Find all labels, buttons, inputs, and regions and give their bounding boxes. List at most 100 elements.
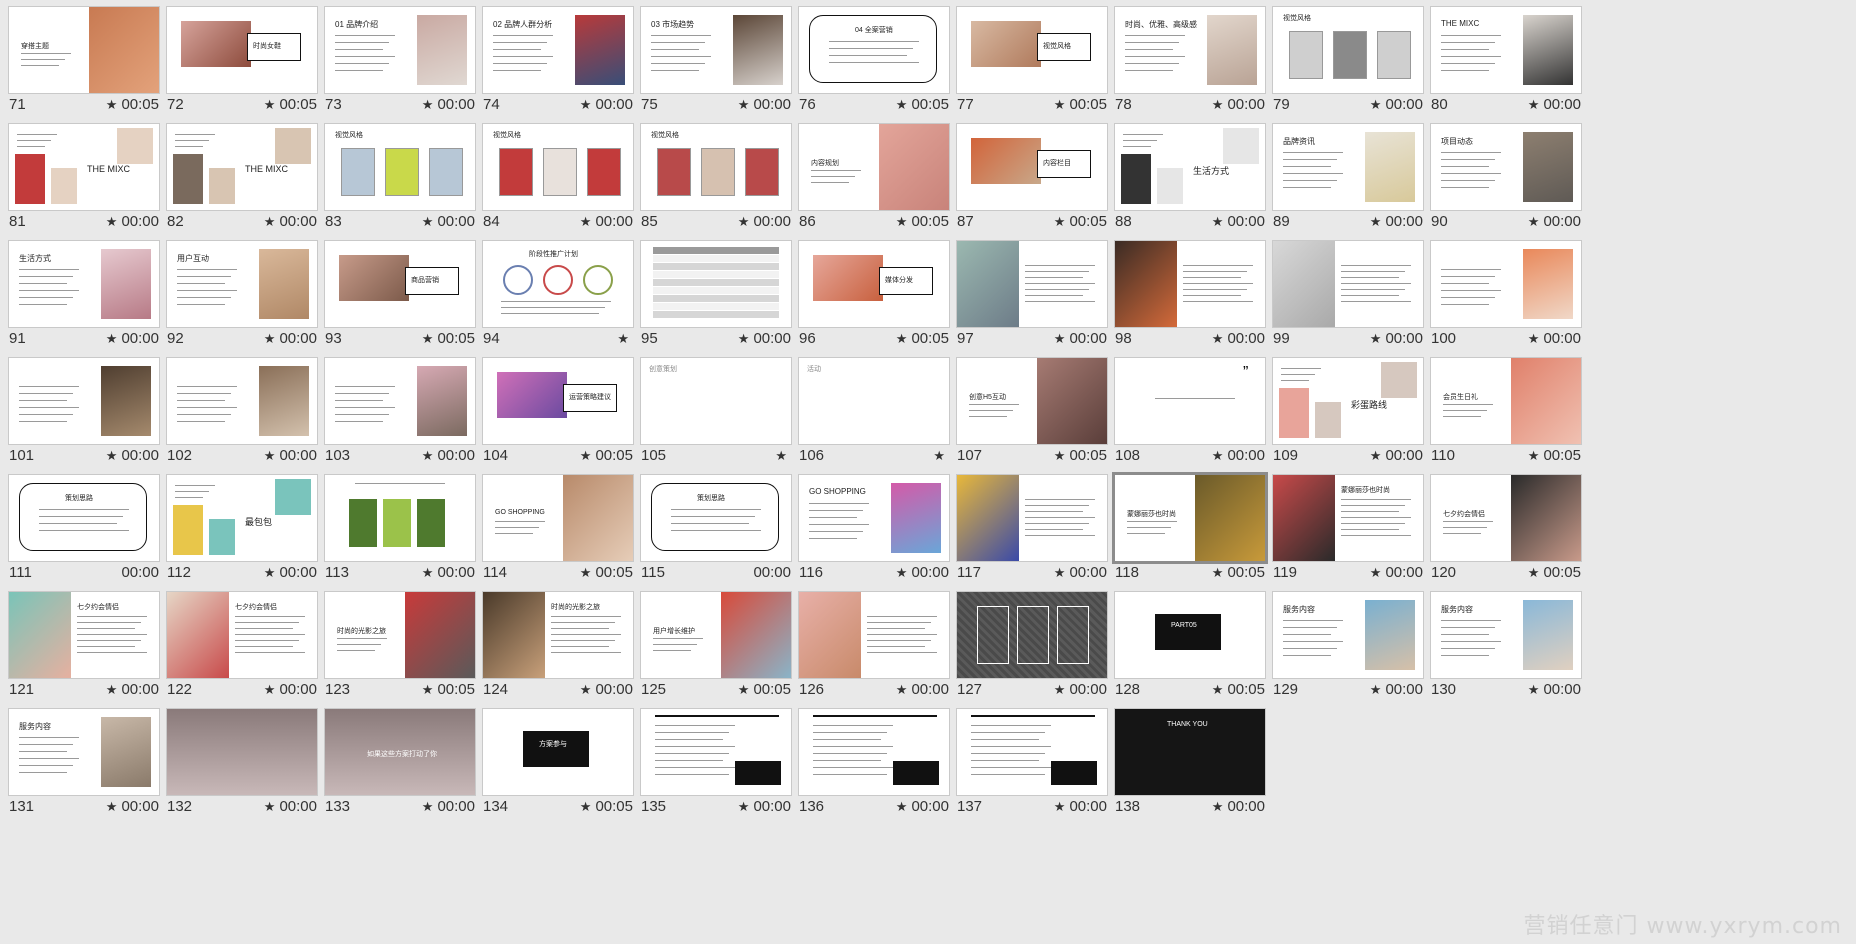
slide-thumbnail[interactable]: 127 ★ 00:00 — [948, 585, 1108, 717]
slide-preview[interactable]: 项目动态 — [1430, 123, 1582, 211]
slide-preview[interactable] — [956, 474, 1108, 562]
slide-thumbnail[interactable]: 用户增长维护 125 ★ 00:05 — [632, 585, 792, 717]
slide-thumbnail[interactable]: 时尚女鞋 72 ★ 00:05 — [158, 0, 318, 132]
slide-thumbnail[interactable]: 01 品牌介绍 73 ★ 00:00 — [316, 0, 476, 132]
slide-preview[interactable]: PART05 — [1114, 591, 1266, 679]
slide-preview[interactable]: 02 品牌人群分析 — [482, 6, 634, 94]
slide-preview[interactable]: 商品营销 — [324, 240, 476, 328]
slide-preview[interactable]: 阶段性推广计划 — [482, 240, 634, 328]
slide-preview[interactable]: 会员生日礼 — [1430, 357, 1582, 445]
slide-thumbnail[interactable]: 项目动态 90 ★ 00:00 — [1422, 117, 1582, 249]
slide-preview[interactable]: 彩蛋路线 — [1272, 357, 1424, 445]
slide-thumbnail[interactable]: 103 ★ 00:00 — [316, 351, 476, 483]
slide-preview[interactable]: 七夕约会情侣 — [166, 591, 318, 679]
slide-preview[interactable]: 视觉风格 — [640, 123, 792, 211]
slide-preview[interactable]: 蒙娜丽莎也时尚 — [1112, 472, 1268, 564]
slide-thumbnail[interactable]: 132 ★ 00:00 — [158, 702, 318, 834]
slide-thumbnail[interactable]: 02 品牌人群分析 74 ★ 00:00 — [474, 0, 634, 132]
slide-thumbnail[interactable]: 99 ★ 00:00 — [1264, 234, 1424, 366]
slide-preview[interactable]: 04 全案营销 — [798, 6, 950, 94]
slide-thumbnail[interactable]: 如果这些方案打动了你 133 ★ 00:00 — [316, 702, 476, 834]
slide-preview[interactable]: 内容规划 — [798, 123, 950, 211]
slide-preview[interactable]: 策划思路 — [8, 474, 160, 562]
slide-thumbnail[interactable]: PART05 128 ★ 00:05 — [1106, 585, 1266, 717]
slide-preview[interactable] — [166, 357, 318, 445]
slide-preview[interactable]: GO SHOPPING — [798, 474, 950, 562]
slide-thumbnail[interactable]: 七夕约会情侣 122 ★ 00:00 — [158, 585, 318, 717]
slide-thumbnail[interactable]: 媒体分发 96 ★ 00:05 — [790, 234, 950, 366]
slide-preview[interactable]: 01 品牌介绍 — [324, 6, 476, 94]
slide-thumbnail[interactable]: 七夕约会情侣 120 ★ 00:05 — [1422, 468, 1582, 600]
slide-preview[interactable]: 服务内容 — [1272, 591, 1424, 679]
slide-thumbnail[interactable]: 时尚、优雅、高级感 78 ★ 00:00 — [1106, 0, 1266, 132]
slide-thumbnail[interactable]: 最包包 112 ★ 00:00 — [158, 468, 318, 600]
slide-preview[interactable]: 时尚、优雅、高级感 — [1114, 6, 1266, 94]
slide-thumbnail[interactable]: 视觉风格 85 ★ 00:00 — [632, 117, 792, 249]
slide-thumbnail[interactable]: 生活方式 88 ★ 00:00 — [1106, 117, 1266, 249]
slide-thumbnail[interactable]: 策划思路 115 00:00 — [632, 468, 792, 600]
slide-thumbnail[interactable]: GO SHOPPING 114 ★ 00:05 — [474, 468, 634, 600]
slide-preview[interactable]: 如果这些方案打动了你 — [324, 708, 476, 796]
slide-preview[interactable] — [640, 708, 792, 796]
slide-thumbnail[interactable]: ” 108 ★ 00:00 — [1106, 351, 1266, 483]
slide-preview[interactable]: 运营策略建议 — [482, 357, 634, 445]
slide-preview[interactable] — [324, 474, 476, 562]
slide-preview[interactable]: 最包包 — [166, 474, 318, 562]
slide-thumbnail[interactable]: 113 ★ 00:00 — [316, 468, 476, 600]
slide-thumbnail[interactable]: 视觉风格 83 ★ 00:00 — [316, 117, 476, 249]
slide-thumbnail[interactable]: 蒙娜丽莎也时尚 119 ★ 00:00 — [1264, 468, 1424, 600]
slide-thumbnail[interactable]: 117 ★ 00:00 — [948, 468, 1108, 600]
slide-preview[interactable] — [8, 357, 160, 445]
slide-thumbnail[interactable]: 策划思路 111 00:00 — [0, 468, 160, 600]
slide-preview[interactable]: 方案参与 — [482, 708, 634, 796]
slide-preview[interactable] — [956, 591, 1108, 679]
slide-thumbnail[interactable]: 03 市场趋势 75 ★ 00:00 — [632, 0, 792, 132]
slide-thumbnail[interactable]: 时尚的光影之旅 124 ★ 00:00 — [474, 585, 634, 717]
slide-preview[interactable]: THANK YOU — [1114, 708, 1266, 796]
slide-preview[interactable]: GO SHOPPING — [482, 474, 634, 562]
slide-thumbnail[interactable]: 品牌资讯 89 ★ 00:00 — [1264, 117, 1424, 249]
slide-preview[interactable]: 03 市场趋势 — [640, 6, 792, 94]
slide-thumbnail[interactable]: 服务内容 130 ★ 00:00 — [1422, 585, 1582, 717]
slide-thumbnail[interactable]: 蒙娜丽莎也时尚 118 ★ 00:05 — [1106, 468, 1268, 600]
slide-thumbnail[interactable]: 视觉风格 84 ★ 00:00 — [474, 117, 634, 249]
slide-preview[interactable]: 视觉风格 — [482, 123, 634, 211]
slide-thumbnail[interactable]: 137 ★ 00:00 — [948, 702, 1108, 834]
slide-thumbnail[interactable]: 时尚的光影之旅 123 ★ 00:05 — [316, 585, 476, 717]
slide-preview[interactable] — [1114, 240, 1266, 328]
slide-thumbnail[interactable]: 101 ★ 00:00 — [0, 351, 160, 483]
slide-thumbnail[interactable]: THE MIXC 81 ★ 00:00 — [0, 117, 160, 249]
slide-preview[interactable]: 蒙娜丽莎也时尚 — [1272, 474, 1424, 562]
slide-thumbnail[interactable]: 95 ★ 00:00 — [632, 234, 792, 366]
slide-preview[interactable]: THE MIXC — [166, 123, 318, 211]
slide-thumbnail[interactable]: 服务内容 129 ★ 00:00 — [1264, 585, 1424, 717]
slide-preview[interactable]: 用户增长维护 — [640, 591, 792, 679]
slide-thumbnail[interactable]: 04 全案营销 76 ★ 00:05 — [790, 0, 950, 132]
slide-preview[interactable]: THE MIXC — [8, 123, 160, 211]
slide-thumbnail[interactable]: 服务内容 131 ★ 00:00 — [0, 702, 160, 834]
slide-thumbnail[interactable]: 135 ★ 00:00 — [632, 702, 792, 834]
slide-thumbnail[interactable]: 阶段性推广计划 94 ★ — [474, 234, 634, 366]
slide-preview[interactable]: 生活方式 — [1114, 123, 1266, 211]
slide-preview[interactable]: 视觉风格 — [324, 123, 476, 211]
slide-thumbnail[interactable]: 穿搭主题 71 ★ 00:05 — [0, 0, 160, 132]
slide-thumbnail[interactable]: 活动 106 ★ — [790, 351, 950, 483]
slide-preview[interactable] — [166, 708, 318, 796]
slide-thumbnail[interactable]: THE MIXC 82 ★ 00:00 — [158, 117, 318, 249]
slide-preview[interactable] — [1430, 240, 1582, 328]
slide-thumbnail[interactable]: 运营策略建议 104 ★ 00:05 — [474, 351, 634, 483]
slide-preview[interactable]: 穿搭主题 — [8, 6, 160, 94]
slide-thumbnail[interactable]: 会员生日礼 110 ★ 00:05 — [1422, 351, 1582, 483]
slide-thumbnail[interactable]: 彩蛋路线 109 ★ 00:00 — [1264, 351, 1424, 483]
slide-preview[interactable] — [324, 357, 476, 445]
slide-preview[interactable] — [1272, 240, 1424, 328]
slide-thumbnail[interactable]: 内容规划 86 ★ 00:05 — [790, 117, 950, 249]
slide-thumbnail[interactable]: 商品营销 93 ★ 00:05 — [316, 234, 476, 366]
slide-preview[interactable]: 活动 — [798, 357, 950, 445]
slide-preview[interactable]: ” — [1114, 357, 1266, 445]
slide-preview[interactable]: 媒体分发 — [798, 240, 950, 328]
slide-preview[interactable] — [798, 591, 950, 679]
slide-thumbnail[interactable]: 视觉风格 79 ★ 00:00 — [1264, 0, 1424, 132]
slide-preview[interactable]: 时尚的光影之旅 — [324, 591, 476, 679]
slide-thumbnail[interactable]: 100 ★ 00:00 — [1422, 234, 1582, 366]
